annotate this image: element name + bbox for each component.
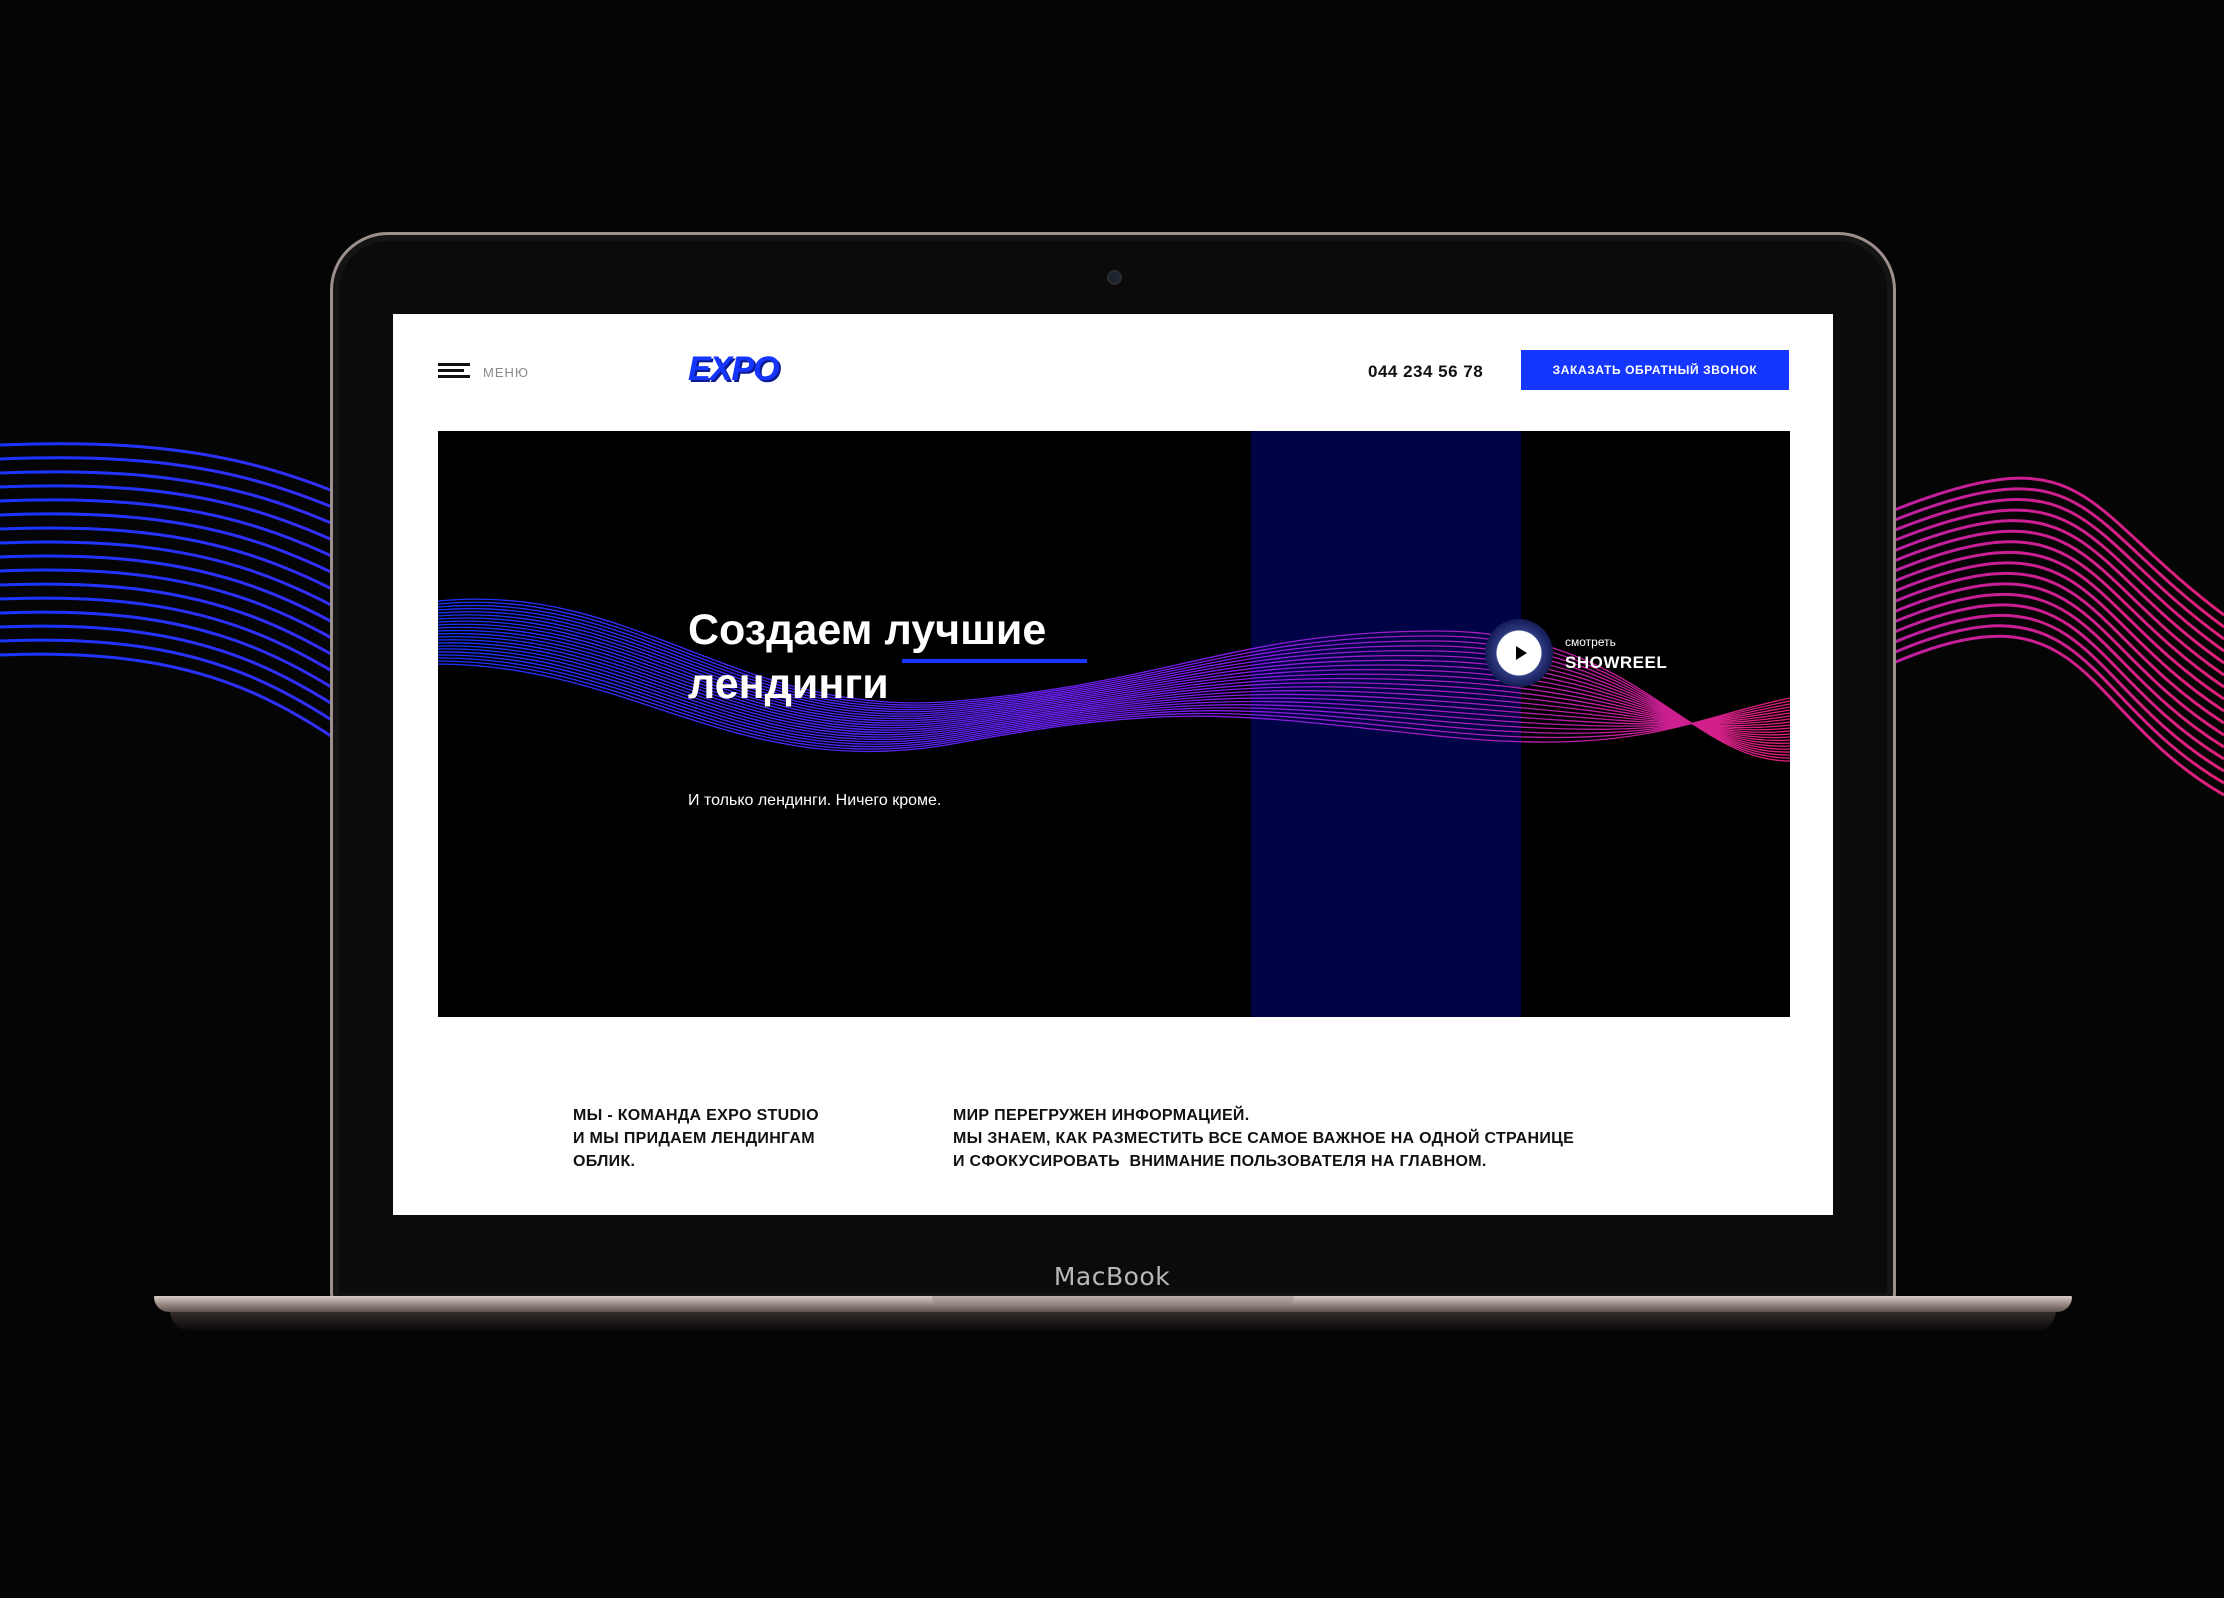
camera-icon xyxy=(1107,270,1122,285)
about-right-line: МИР ПЕРЕГРУЖЕН ИНФОРМАЦИЕЙ. xyxy=(953,1107,1250,1124)
menu-link[interactable]: МЕНЮ xyxy=(483,365,529,380)
title-underline xyxy=(902,659,1087,663)
hero-title-line2: лендинги xyxy=(688,660,889,708)
hero-wave-line xyxy=(438,660,1790,750)
phone-number[interactable]: 044 234 56 78 xyxy=(1368,362,1483,382)
laptop-shadow xyxy=(170,1310,2056,1332)
about-left-line: И МЫ ПРИДАЕМ ЛЕНДИНГАМ xyxy=(573,1130,815,1147)
site-header: МЕНЮ EXPO 044 234 56 78 ЗАКАЗАТЬ ОБРАТНЫ… xyxy=(393,314,1833,430)
laptop-notch xyxy=(932,1296,1294,1306)
callback-button[interactable]: ЗАКАЗАТЬ ОБРАТНЫЙ ЗВОНОК xyxy=(1521,350,1789,390)
about-left-line: ОБЛИК. xyxy=(573,1153,636,1170)
hamburger-icon[interactable] xyxy=(438,363,470,379)
hero-title: Создаем лучшие лендинги xyxy=(688,603,1108,711)
showreel-label[interactable]: SHOWREEL xyxy=(1565,653,1667,673)
about-right-line: И СФОКУСИРОВАТЬ ВНИМАНИЕ ПОЛЬЗОВАТЕЛЯ НА… xyxy=(953,1153,1487,1170)
play-icon xyxy=(1515,646,1527,660)
screen: МЕНЮ EXPO 044 234 56 78 ЗАКАЗАТЬ ОБРАТНЫ… xyxy=(393,314,1833,1215)
about-right-line: МЫ ЗНАЕМ, КАК РАЗМЕСТИТЬ ВСЕ САМОЕ ВАЖНО… xyxy=(953,1130,1575,1147)
play-button[interactable] xyxy=(1485,619,1553,687)
logo[interactable]: EXPO xyxy=(688,350,779,389)
hero-section: Создаем лучшие лендинги И только лендинг… xyxy=(438,431,1790,1017)
about-right-text: МИР ПЕРЕГРУЖЕН ИНФОРМАЦИЕЙ. МЫ ЗНАЕМ, КА… xyxy=(953,1104,1574,1173)
watch-label[interactable]: смотреть xyxy=(1565,635,1616,649)
about-left-text: МЫ - КОМАНДА EXPO STUDIO И МЫ ПРИДАЕМ ЛЕ… xyxy=(573,1104,819,1173)
about-left-line: МЫ - КОМАНДА EXPO STUDIO xyxy=(573,1107,819,1124)
hero-waves xyxy=(438,598,1790,762)
hero-title-line1: Создаем лучшие xyxy=(688,606,1047,654)
device-label: MacBook xyxy=(1053,1262,1171,1291)
hero-subtitle: И только лендинги. Ничего кроме. xyxy=(688,792,942,809)
